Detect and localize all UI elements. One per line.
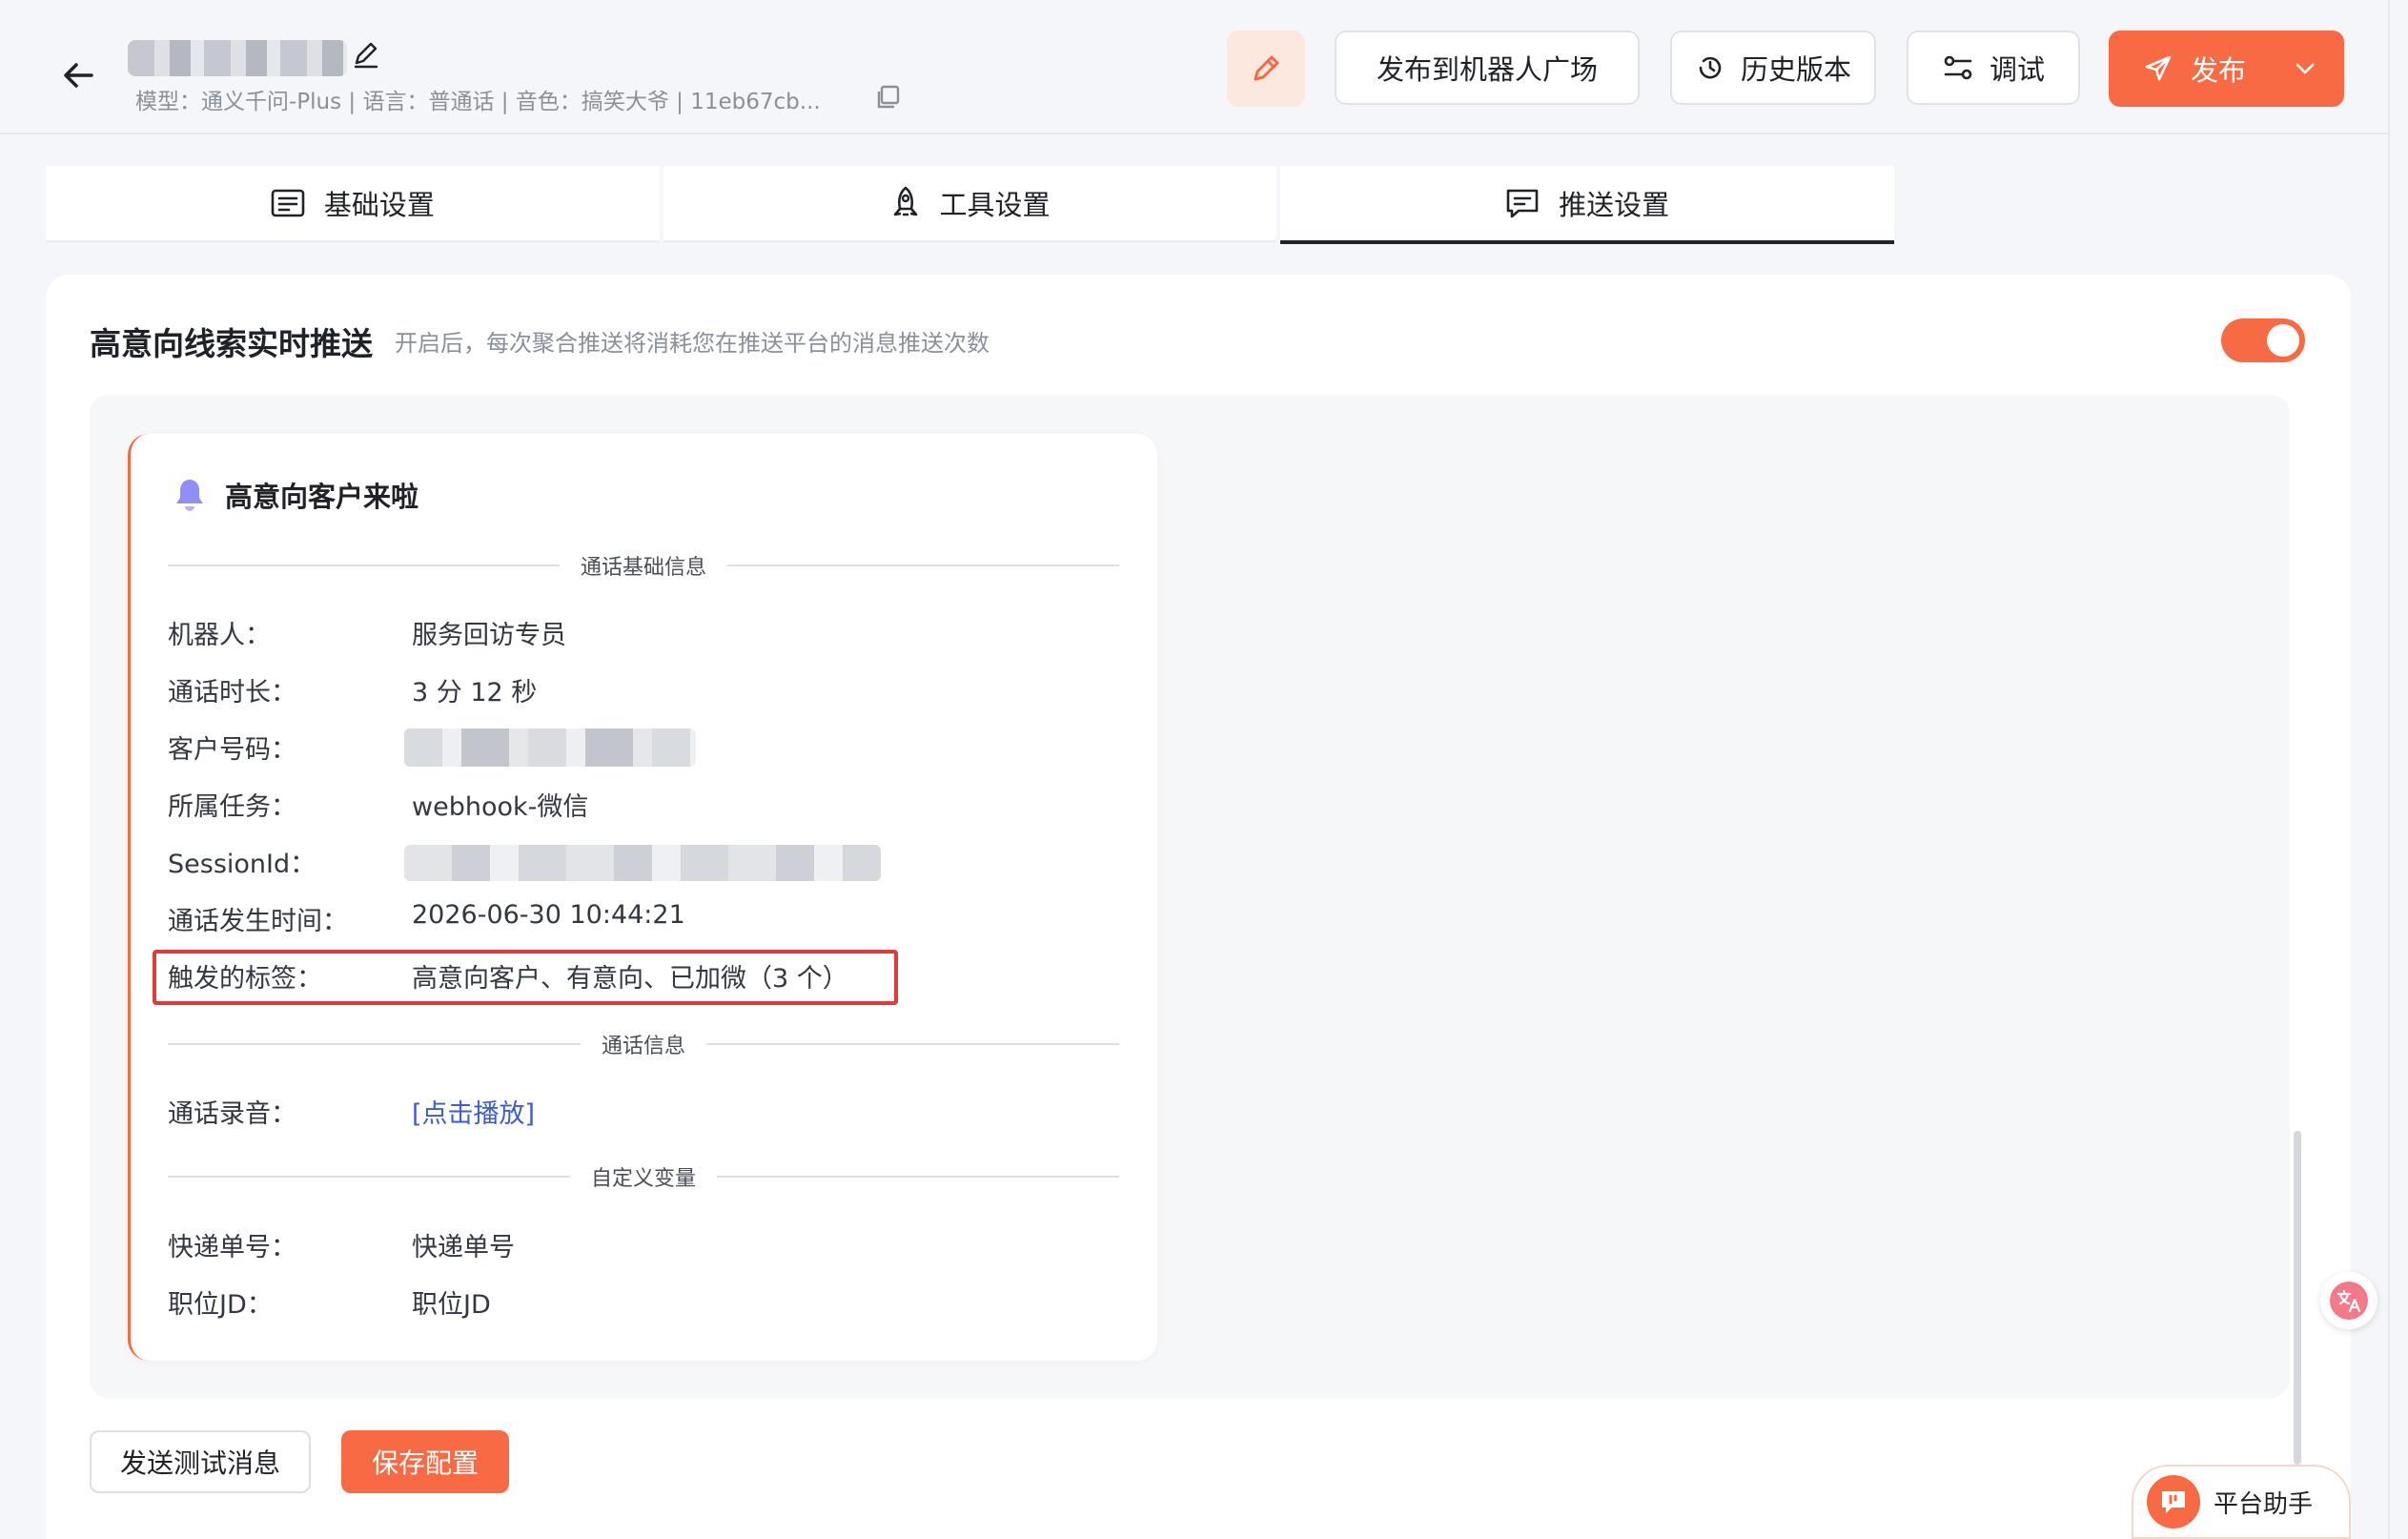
row-value-job: 职位JD	[412, 1290, 491, 1320]
pencil-icon	[1254, 55, 1279, 81]
session-id-redacted	[404, 845, 881, 881]
window-right-edge	[2388, 0, 2408, 1539]
assistant-chat-icon	[2147, 1475, 2200, 1529]
row-label-express: 快递单号：	[168, 1233, 296, 1262]
tab-tool-settings[interactable]: 工具设置	[663, 166, 1277, 243]
platform-assistant-label: 平台助手	[2214, 1489, 2314, 1519]
save-config-button[interactable]: 保存配置	[341, 1430, 509, 1493]
section-title-custom: 自定义变量	[591, 1167, 697, 1191]
back-arrow-icon[interactable]	[57, 53, 101, 97]
tab-basic-settings-label: 基础设置	[323, 189, 435, 221]
publish-to-square-button[interactable]: 发布到机器人广场	[1335, 31, 1640, 105]
row-label-phone: 客户号码：	[168, 735, 296, 765]
publish-label: 发布	[2191, 54, 2247, 87]
sliders-icon	[1944, 55, 1972, 80]
debug-button[interactable]: 调试	[1907, 31, 2080, 105]
row-label-duration: 通话时长：	[168, 678, 296, 708]
message-icon	[1506, 189, 1539, 218]
copy-icon[interactable]	[875, 84, 902, 111]
tab-tool-settings-label: 工具设置	[939, 189, 1051, 221]
play-recording-link[interactable]: [点击播放]	[412, 1093, 535, 1130]
realtime-push-toggle[interactable]	[2221, 318, 2305, 362]
row-label-session: SessionId：	[168, 850, 316, 879]
edit-name-pencil-icon[interactable]	[351, 40, 381, 71]
phone-redacted	[404, 728, 696, 767]
row-label-robot: 机器人：	[168, 621, 271, 650]
translate-icon	[2330, 1282, 2368, 1320]
message-title: 高意向客户来啦	[225, 481, 419, 513]
history-clock-icon	[1699, 56, 1722, 79]
row-label-task: 所属任务：	[168, 792, 296, 822]
send-test-message-button[interactable]: 发送测试消息	[90, 1430, 311, 1493]
push-section-description: 开启后，每次聚合推送将消耗您在推送平台的消息推送次数	[395, 330, 990, 357]
history-versions-button[interactable]: 历史版本	[1670, 31, 1876, 105]
chevron-down-icon[interactable]	[2293, 56, 2317, 81]
row-label-job: 职位JD：	[168, 1290, 273, 1320]
section-divider-basic: 通话基础信息	[168, 551, 1120, 580]
row-value-task: webhook-微信	[412, 792, 589, 822]
edit-button[interactable]	[1227, 31, 1305, 107]
robot-meta-info: 模型：通义千问-Plus | 语言：普通话 | 音色：搞笑大爷 | 11eb67…	[135, 90, 821, 114]
tab-push-settings[interactable]: 推送设置	[1280, 166, 1895, 244]
row-value-robot: 服务回访专员	[412, 621, 566, 650]
section-divider-call: 通话信息	[168, 1030, 1120, 1058]
tab-push-settings-label: 推送设置	[1559, 189, 1670, 221]
bell-icon	[173, 477, 206, 513]
translate-float-button[interactable]	[2320, 1272, 2377, 1329]
row-value-duration: 3 分 12 秒	[412, 678, 538, 708]
tags-highlight-box	[153, 950, 898, 1005]
platform-assistant-button[interactable]: 平台助手	[2132, 1465, 2351, 1539]
rocket-icon	[893, 186, 917, 216]
push-section-title: 高意向线索实时推送	[90, 325, 373, 362]
publish-button[interactable]: 发布	[2109, 31, 2344, 107]
section-title-basic: 通话基础信息	[581, 556, 707, 580]
robot-name-redacted	[128, 40, 347, 76]
history-versions-label: 历史版本	[1740, 53, 1851, 86]
row-value-express: 快递单号	[412, 1233, 515, 1262]
section-title-call: 通话信息	[602, 1035, 686, 1058]
row-value-time: 2026-06-30 10:44:21	[412, 900, 685, 930]
vertical-scrollbar[interactable]	[2294, 1131, 2301, 1465]
publish-to-square-label: 发布到机器人广场	[1376, 53, 1598, 86]
debug-label: 调试	[1989, 53, 2045, 86]
tab-basic-settings[interactable]: 基础设置	[46, 166, 660, 243]
list-icon	[271, 189, 305, 217]
row-label-time: 通话发生时间：	[168, 907, 348, 936]
toggle-knob	[2267, 324, 2299, 357]
settings-tabs: 基础设置 工具设置 推送设置	[46, 166, 1898, 244]
row-label-recording: 通话录音：	[168, 1099, 296, 1129]
send-plane-icon	[2145, 55, 2172, 81]
section-divider-custom: 自定义变量	[168, 1162, 1120, 1191]
